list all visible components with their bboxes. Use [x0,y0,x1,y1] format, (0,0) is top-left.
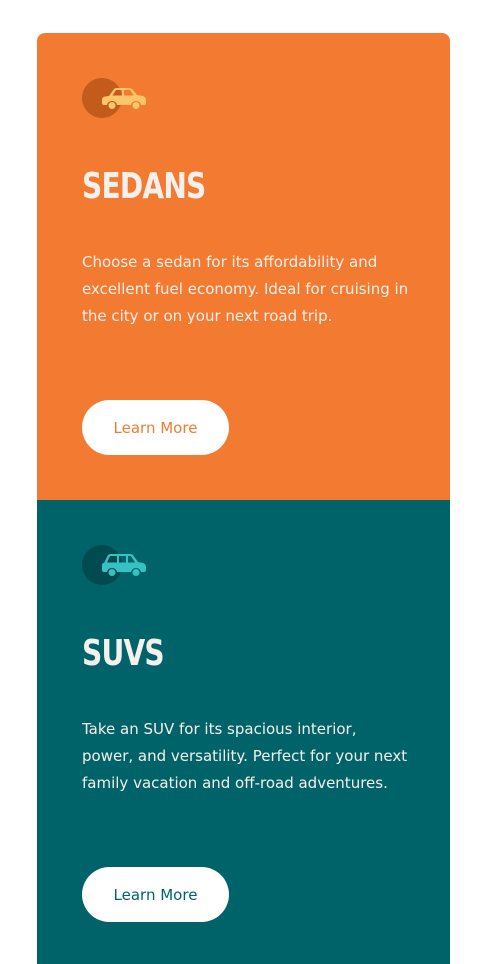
suvs-card: SUVS Take an SUV for its spacious interi… [37,500,450,964]
learn-more-button[interactable]: Learn More [82,400,229,455]
suv-car-icon [102,554,146,576]
sedans-card: SEDANS Choose a sedan for its affordabil… [37,33,450,500]
card-title: SUVS [82,633,165,674]
card-description: Choose a sedan for its affordability and… [82,253,409,325]
card-description: Take an SUV for its spacious interior, p… [82,720,408,792]
car-category-cards: SEDANS Choose a sedan for its affordabil… [37,33,450,964]
card-title: SEDANS [82,166,206,207]
sedan-car-icon [102,88,146,109]
suv-icon-badge [82,545,152,585]
sedan-icon-badge [82,78,152,118]
learn-more-button[interactable]: Learn More [82,867,229,922]
